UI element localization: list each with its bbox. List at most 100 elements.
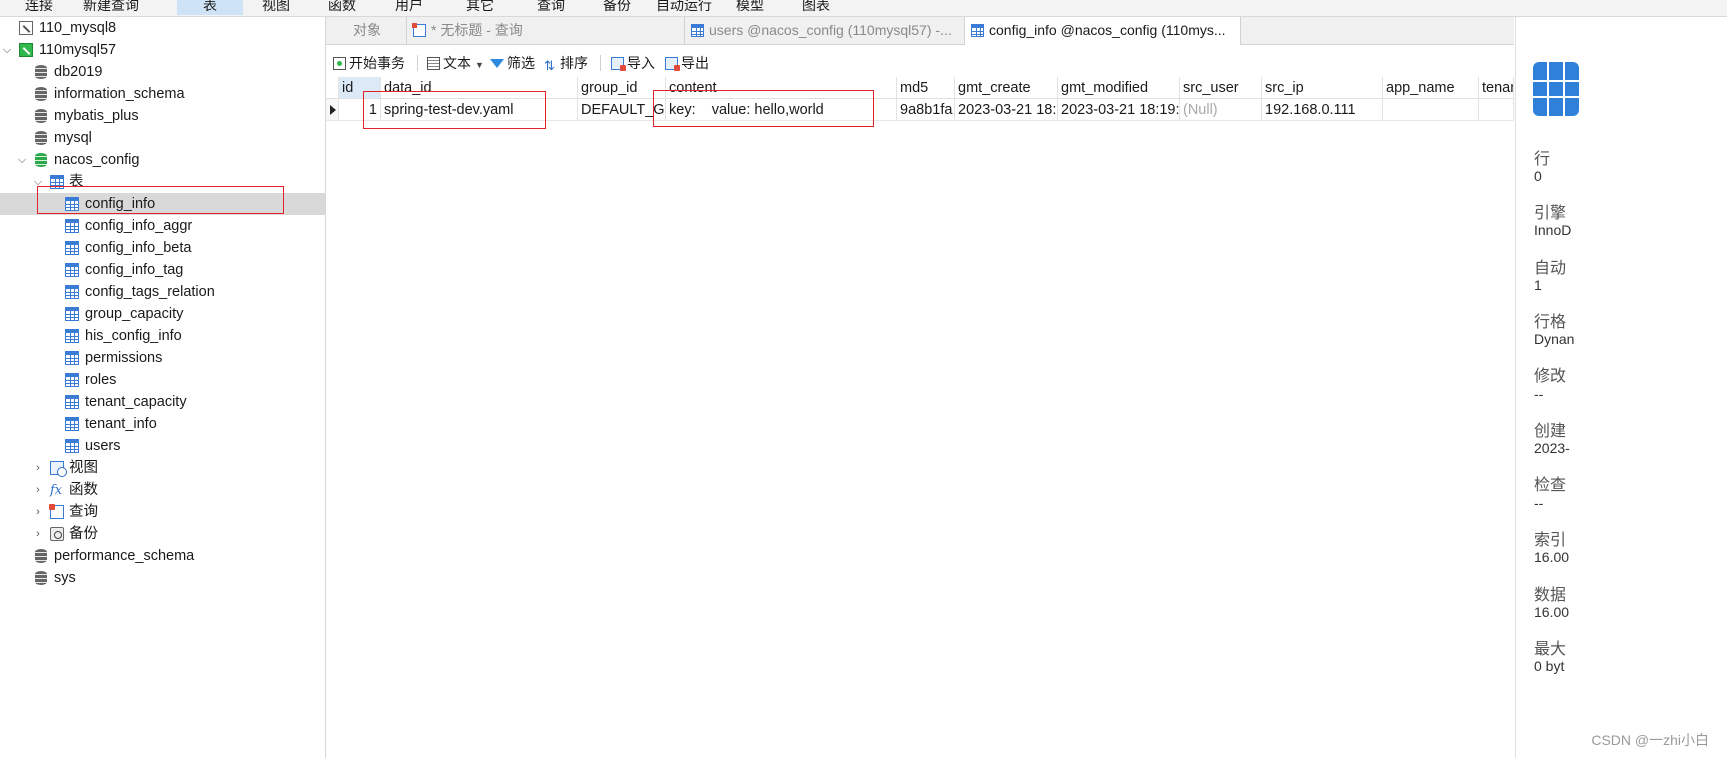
tab-objects[interactable]: 对象: [326, 17, 407, 44]
table-cell[interactable]: 2023-03-21 18:: [955, 99, 1058, 121]
tree-connection-110-mysql8[interactable]: 110_mysql8: [0, 17, 325, 39]
current-row-indicator-icon[interactable]: [326, 99, 339, 121]
tree-label: users: [85, 438, 121, 454]
tree-db-db2019[interactable]: db2019: [0, 61, 325, 83]
tab-users[interactable]: users @nacos_config (110mysql57) -...: [685, 17, 965, 44]
tree-label: group_capacity: [85, 306, 184, 322]
object-info-panel: 行 0 引擎 InnoD 自动 1 行格 Dynan 修改 -- 创建 2023…: [1515, 17, 1727, 758]
tree-group-functions[interactable]: › fx 函数: [0, 479, 325, 501]
tree-table-users[interactable]: users: [0, 435, 325, 457]
tab-untitled-query[interactable]: * 无标题 - 查询: [407, 17, 685, 44]
tree-table-config-info-beta[interactable]: config_info_beta: [0, 237, 325, 259]
import-button[interactable]: 导入: [611, 53, 655, 73]
tab-config-info[interactable]: config_info @nacos_config (110mys...: [965, 17, 1241, 45]
tree-table-tenant-capacity[interactable]: tenant_capacity: [0, 391, 325, 413]
menu-table[interactable]: 表: [177, 0, 243, 15]
table-cell[interactable]: spring-test-dev.yaml: [381, 99, 578, 121]
dropdown-caret-icon[interactable]: ▼: [475, 60, 484, 70]
tree-table-group-capacity[interactable]: group_capacity: [0, 303, 325, 325]
table-cell[interactable]: [1479, 99, 1514, 121]
column-header-tenant[interactable]: tenan: [1479, 77, 1514, 99]
menu-new-query[interactable]: 新建查询: [83, 0, 139, 15]
table-cell[interactable]: 2023-03-21 18:19:: [1058, 99, 1180, 121]
table-icon: [65, 395, 79, 409]
table-cell[interactable]: 1: [339, 99, 381, 121]
table-cell[interactable]: 9a8b1fa: [897, 99, 955, 121]
table-cell[interactable]: (Null): [1180, 99, 1262, 121]
info-label-max-data-length: 最大: [1534, 641, 1567, 658]
menu-other[interactable]: 其它: [466, 0, 494, 15]
tree-table-config-info-aggr[interactable]: config_info_aggr: [0, 215, 325, 237]
tree-group-tables[interactable]: ⌵ 表: [0, 171, 325, 193]
tree-db-nacos-config[interactable]: ⌵ nacos_config: [0, 149, 325, 171]
tree-db-performance-schema[interactable]: performance_schema: [0, 545, 325, 567]
export-button[interactable]: 导出: [665, 53, 709, 73]
column-header-gmt-create[interactable]: gmt_create: [955, 77, 1058, 99]
chevron-down-icon[interactable]: ⌵: [1, 39, 13, 61]
column-header-data-id[interactable]: data_id: [381, 77, 578, 99]
sort-button[interactable]: ⇅ 排序: [544, 53, 588, 73]
table-cell[interactable]: DEFAULT_GR: [578, 99, 666, 121]
info-value-row-format: Dynan: [1534, 331, 1575, 347]
tree-db-mysql[interactable]: mysql: [0, 127, 325, 149]
begin-transaction-button[interactable]: 开始事务: [333, 53, 405, 73]
menu-function[interactable]: 函数: [328, 0, 356, 15]
import-icon: [611, 57, 626, 71]
tree-group-backups[interactable]: › 备份: [0, 523, 325, 545]
menu-chart[interactable]: 图表: [802, 0, 830, 15]
table-cell[interactable]: 192.168.0.111: [1262, 99, 1383, 121]
chevron-right-icon[interactable]: ›: [32, 523, 44, 545]
button-label: 筛选: [507, 55, 535, 71]
tree-db-sys[interactable]: sys: [0, 567, 325, 589]
tree-db-mybatis-plus[interactable]: mybatis_plus: [0, 105, 325, 127]
menu-connect[interactable]: 连接: [25, 0, 53, 15]
tree-label: information_schema: [54, 86, 185, 102]
tree-connection-110mysql57[interactable]: ⌵ 110mysql57: [0, 39, 325, 61]
chevron-right-icon[interactable]: ›: [32, 501, 44, 523]
table-cell[interactable]: [1383, 99, 1479, 121]
tree-table-config-info[interactable]: config_info: [0, 193, 325, 215]
filter-button[interactable]: 筛选: [490, 53, 535, 73]
tree-table-his-config-info[interactable]: his_config_info: [0, 325, 325, 347]
menu-automation[interactable]: 自动运行: [656, 0, 712, 15]
column-header-src-user[interactable]: src_user: [1180, 77, 1262, 99]
tree-db-information-schema[interactable]: information_schema: [0, 83, 325, 105]
column-header-app-name[interactable]: app_name: [1383, 77, 1479, 99]
tree-table-roles[interactable]: roles: [0, 369, 325, 391]
menu-view[interactable]: 视图: [262, 0, 290, 15]
chevron-down-icon[interactable]: ⌵: [16, 149, 28, 171]
tree-group-views[interactable]: › 视图: [0, 457, 325, 479]
menu-query[interactable]: 查询: [537, 0, 565, 15]
menu-model[interactable]: 模型: [736, 0, 764, 15]
tree-table-config-tags-relation[interactable]: config_tags_relation: [0, 281, 325, 303]
info-label-index-length: 索引: [1534, 532, 1567, 549]
column-header-group-id[interactable]: group_id: [578, 77, 666, 99]
table-cell[interactable]: key: value: hello,world: [666, 99, 897, 121]
tree-label: config_info_aggr: [85, 218, 193, 234]
table-icon: [971, 24, 984, 37]
chevron-right-icon[interactable]: ›: [32, 457, 44, 479]
menu-backup[interactable]: 备份: [603, 0, 631, 15]
menu-user[interactable]: 用户: [395, 0, 423, 15]
column-header-id[interactable]: id: [339, 77, 381, 99]
column-header-content[interactable]: content: [666, 77, 897, 99]
tree-label: 视图: [69, 460, 98, 476]
table-icon: [65, 285, 79, 299]
info-value-modified: --: [1534, 386, 1544, 402]
tree-table-permissions[interactable]: permissions: [0, 347, 325, 369]
tree-label: config_info_beta: [85, 240, 192, 256]
tree-table-config-info-tag[interactable]: config_info_tag: [0, 259, 325, 281]
tree-label: mybatis_plus: [54, 108, 139, 124]
chevron-right-icon[interactable]: ›: [32, 479, 44, 501]
view-icon: [50, 461, 67, 477]
info-label-auto-increment: 自动: [1534, 260, 1567, 277]
text-view-button[interactable]: 文本 ▼: [427, 53, 484, 73]
info-label-checked: 检查: [1534, 477, 1567, 494]
chevron-down-icon[interactable]: ⌵: [32, 171, 44, 193]
tree-group-queries[interactable]: › 查询: [0, 501, 325, 523]
tree-label: his_config_info: [85, 328, 182, 344]
column-header-md5[interactable]: md5: [897, 77, 955, 99]
column-header-gmt-modified[interactable]: gmt_modified: [1058, 77, 1180, 99]
column-header-src-ip[interactable]: src_ip: [1262, 77, 1383, 99]
tree-table-tenant-info[interactable]: tenant_info: [0, 413, 325, 435]
